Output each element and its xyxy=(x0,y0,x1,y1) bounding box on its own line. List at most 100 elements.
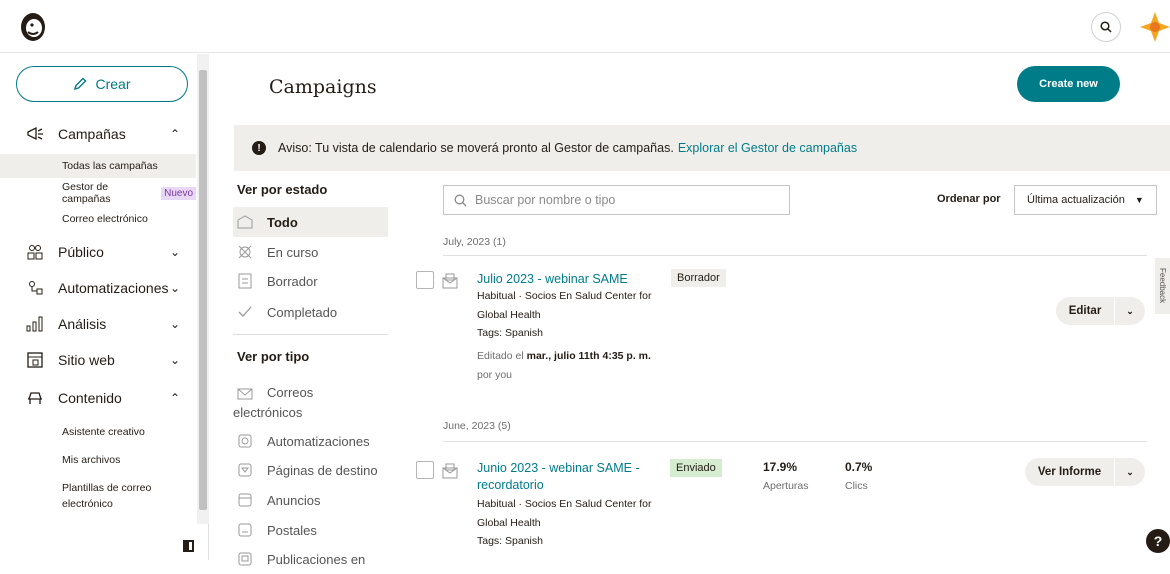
filter-label: Completado xyxy=(267,304,338,320)
campaign-tags: Tags: Spanish xyxy=(477,327,543,339)
top-bar xyxy=(0,0,1170,53)
edit-button[interactable]: Editar xyxy=(1056,305,1114,317)
search-placeholder: Buscar por nombre o tipo xyxy=(475,193,616,207)
nav-label: Sitio web xyxy=(58,352,115,368)
search-button[interactable] xyxy=(1091,12,1121,42)
sidebar-item-mis-archivos[interactable]: Mis archivos xyxy=(0,448,196,472)
clicks-label: Clics xyxy=(845,480,868,492)
campaign-checkbox[interactable] xyxy=(416,271,434,289)
nav-analisis[interactable]: Análisis ⌄ xyxy=(0,306,196,342)
landing-page-icon xyxy=(237,462,253,478)
group-divider xyxy=(443,441,1147,442)
nav-sitio-web[interactable]: Sitio web ⌄ xyxy=(0,342,196,378)
sidebar-item-gestor-campanas[interactable]: Gestor de campañas Nuevo xyxy=(0,181,196,205)
chevron-down-icon[interactable]: ⌄ xyxy=(1115,306,1145,317)
search-icon xyxy=(454,194,467,206)
page-title: Campaigns xyxy=(269,76,377,98)
chevron-down-icon: ⌄ xyxy=(170,353,181,367)
chevron-up-icon: ⌃ xyxy=(170,391,181,405)
filter-label: Todo xyxy=(267,214,298,230)
chevron-down-icon[interactable]: ⌄ xyxy=(1115,467,1145,478)
filter-publicaciones[interactable]: Publicaciones en xyxy=(233,544,388,574)
view-report-button[interactable]: Ver Informe xyxy=(1025,466,1114,478)
edited-date: mar., julio 11th 4:35 p. m. xyxy=(526,350,651,362)
filter-label: Borrador xyxy=(267,273,318,289)
by-type-heading: Ver por tipo xyxy=(237,349,310,364)
sidebar-item-plantillas[interactable]: Plantillas de correo electrónico xyxy=(0,476,170,516)
audience-icon xyxy=(25,242,45,262)
filter-automatizaciones[interactable]: Automatizaciones xyxy=(233,426,388,456)
filter-label: En curso xyxy=(267,244,319,260)
new-badge: Nuevo xyxy=(161,186,196,200)
campaign-checkbox[interactable] xyxy=(416,461,434,479)
sort-label: Ordenar por xyxy=(937,193,1001,205)
sidebar-scroll-thumb[interactable] xyxy=(199,70,207,510)
nav-label: Automatizaciones xyxy=(58,280,169,296)
nav-label: Contenido xyxy=(58,390,122,406)
mailchimp-freddie-icon[interactable] xyxy=(16,10,50,44)
sidebar-item-todas-campanas[interactable]: Todas las campañas xyxy=(0,154,196,178)
sidebar-item-asistente-creativo[interactable]: Asistente creativo xyxy=(0,420,196,444)
nav-contenido[interactable]: Contenido ⌃ xyxy=(0,380,196,416)
filter-anuncios[interactable]: Anuncios xyxy=(233,485,388,515)
create-label: Crear xyxy=(95,76,131,92)
filter-borrador[interactable]: Borrador xyxy=(233,266,388,296)
in-progress-icon xyxy=(237,244,253,260)
help-button[interactable]: ? xyxy=(1146,529,1170,553)
megaphone-icon xyxy=(25,124,45,144)
filter-completado[interactable]: Completado xyxy=(233,297,388,327)
nav-publico[interactable]: Público ⌄ xyxy=(0,234,196,270)
search-input[interactable]: Buscar por nombre o tipo xyxy=(443,185,790,215)
opens-label: Aperturas xyxy=(763,480,809,492)
sub-label: Todas las campañas xyxy=(62,160,158,172)
nav-label: Público xyxy=(58,244,104,260)
website-icon xyxy=(25,350,45,370)
checkmark-icon xyxy=(237,304,253,320)
sidebar-item-correo[interactable]: Correo electrónico xyxy=(0,207,196,231)
filter-label: Anuncios xyxy=(267,492,321,508)
notice-link[interactable]: Explorar el Gestor de campañas xyxy=(678,141,857,155)
feedback-tab[interactable]: Feedback xyxy=(1155,258,1170,314)
sort-select[interactable]: Última actualización ▼ xyxy=(1014,185,1157,215)
collapse-sidebar-icon[interactable] xyxy=(183,540,194,552)
nav-campanas[interactable]: Campañas ⌃ xyxy=(0,116,196,152)
filter-paginas-destino[interactable]: Páginas de destino xyxy=(233,455,388,485)
avatar[interactable] xyxy=(1138,10,1170,44)
social-post-icon xyxy=(237,551,253,567)
edited-prefix: Editado el xyxy=(477,350,524,362)
sub-label: Mis archivos xyxy=(62,454,121,466)
campaign-title[interactable]: Julio 2023 - webinar SAME xyxy=(477,271,657,288)
sort-value: Última actualización xyxy=(1027,194,1125,206)
campaign-title[interactable]: Junio 2023 - webinar SAME - recordatorio xyxy=(477,460,652,494)
sidebar: Crear Campañas ⌃ Todas las campañas Gest… xyxy=(0,54,209,560)
clicks-value: 0.7% xyxy=(845,460,873,474)
chevron-down-icon: ▼ xyxy=(1134,195,1144,205)
filter-label: Postales xyxy=(267,522,317,538)
automation-icon xyxy=(25,278,45,298)
info-icon: ! xyxy=(252,141,266,155)
chevron-down-icon: ⌄ xyxy=(170,245,181,259)
campaign-audience: Habitual · Socios En Salud Center for Gl… xyxy=(477,498,652,529)
all-icon xyxy=(237,214,253,230)
notice-text: Aviso: Tu vista de calendario se moverá … xyxy=(278,141,674,155)
sub-label: Correo electrónico xyxy=(62,213,148,225)
status-badge: Borrador xyxy=(671,269,726,287)
create-new-button[interactable]: Create new xyxy=(1017,66,1120,102)
chevron-down-icon: ⌄ xyxy=(170,281,181,295)
ads-icon xyxy=(237,492,253,508)
status-badge: Enviado xyxy=(670,459,722,477)
create-button[interactable]: Crear xyxy=(16,66,188,102)
search-icon xyxy=(1100,21,1112,33)
filter-correos[interactable]: Correos electrónicos xyxy=(233,377,388,425)
filter-postales[interactable]: Postales xyxy=(233,515,388,545)
filter-label: Automatizaciones xyxy=(267,433,370,449)
postcard-icon xyxy=(237,522,253,538)
edit-split-button: Editar ⌄ xyxy=(1056,297,1145,325)
filter-en-curso[interactable]: En curso xyxy=(233,237,388,267)
group-label: June, 2023 (5) xyxy=(443,420,511,432)
campaign-audience: Habitual · Socios En Salud Center for Gl… xyxy=(477,290,652,321)
nav-label: Análisis xyxy=(58,316,107,332)
nav-automatizaciones[interactable]: Automatizaciones ⌄ xyxy=(0,270,196,306)
filter-todo[interactable]: Todo xyxy=(233,207,388,237)
report-split-button: Ver Informe ⌄ xyxy=(1025,458,1145,486)
